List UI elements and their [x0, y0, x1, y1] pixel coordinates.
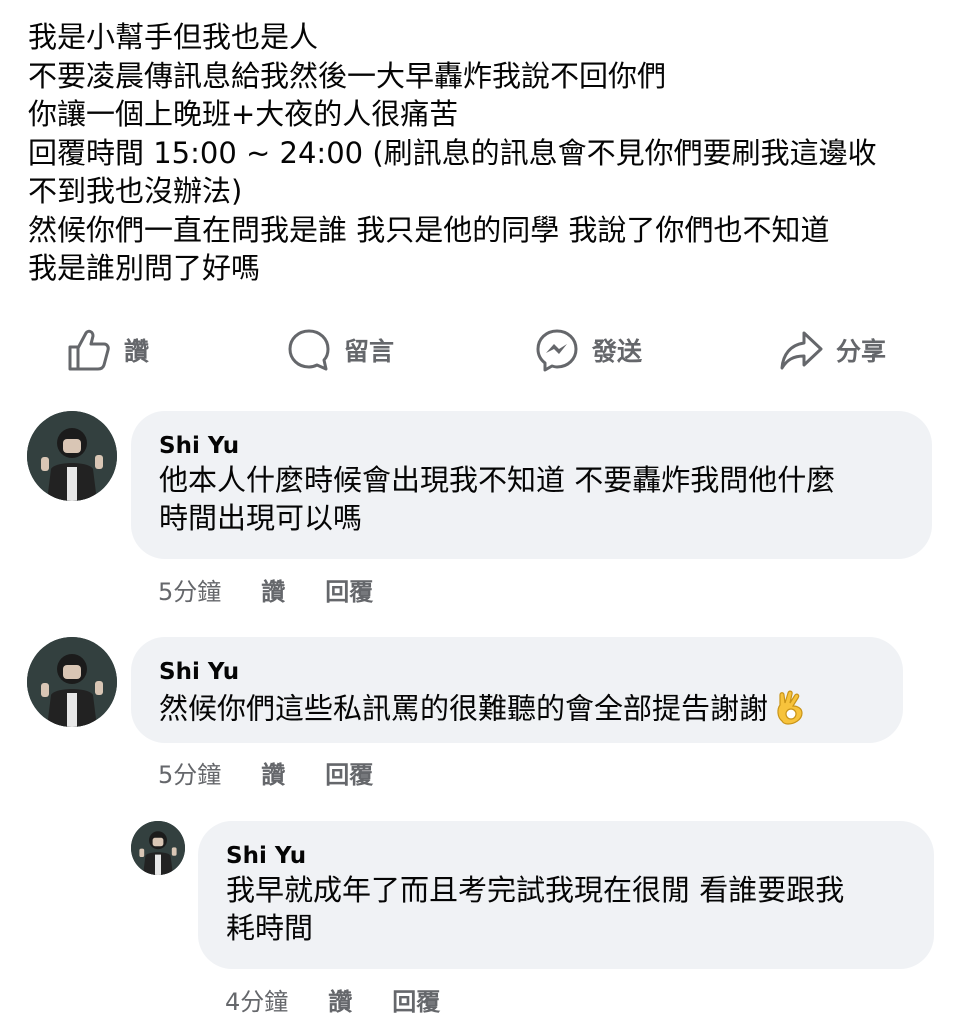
ok-hand-emoji-icon [774, 687, 808, 734]
comment-bubble: Shi Yu 我早就成年了而且考完試我現在很閒 看誰要跟我 耗時間 [198, 821, 934, 969]
share-button[interactable]: 分享 [778, 322, 886, 378]
comment-reply-button[interactable]: 回覆 [325, 755, 373, 790]
post-line: 你讓一個上晚班+大夜的人很痛苦 [28, 97, 459, 131]
comment-line: 我早就成年了而且考完試我現在很閒 看誰要跟我 [226, 873, 845, 907]
post-line: 回覆時間 15:00 ~ 24:00 (刷訊息的訊息會不見你們要刷我這邊收 [28, 135, 877, 170]
comment-like-button[interactable]: 讚 [261, 572, 285, 607]
messenger-icon [536, 329, 578, 372]
comment-time[interactable]: 5分鐘 [158, 755, 221, 790]
comment-button[interactable]: 留言 [286, 322, 394, 378]
avatar[interactable] [131, 821, 185, 875]
comment-bubble-icon [288, 329, 330, 371]
comment-reply-button[interactable]: 回覆 [325, 572, 373, 607]
post-action-bar: 讚 留言 發送 分享 [0, 322, 961, 378]
comment-meta: 5分鐘 讚 回覆 [158, 572, 413, 607]
avatar-image [27, 637, 117, 727]
post-line: 我是誰別問了好嗎 [28, 251, 261, 285]
send-label: 發送 [592, 337, 643, 366]
avatar-image [27, 411, 117, 501]
post-line: 然候你們一直在問我是誰 我只是他的同學 我說了你們也不知道 [28, 212, 830, 247]
comment-line: 他本人什麼時候會出現我不知道 不要轟炸我問他什麼 [159, 463, 836, 497]
like-label: 讚 [124, 337, 150, 366]
comment-bubble: Shi Yu 他本人什麼時候會出現我不知道 不要轟炸我問他什麼 時間出現可以嗎 [131, 411, 932, 559]
comment-time[interactable]: 4分鐘 [225, 982, 288, 1017]
post-line: 不要凌晨傳訊息給我然後一大早轟炸我說不回你們 [28, 58, 667, 93]
like-button[interactable]: 讚 [66, 322, 149, 378]
comment-author[interactable]: Shi Yu [159, 657, 875, 687]
post-line: 我是小幫手但我也是人 [28, 20, 319, 54]
comment-reply-button[interactable]: 回覆 [392, 982, 440, 1017]
send-button[interactable]: 發送 [534, 322, 642, 378]
share-label: 分享 [836, 337, 887, 366]
comment-text: 我早就成年了而且考完試我現在很閒 看誰要跟我 耗時間 [226, 871, 906, 947]
avatar[interactable] [27, 411, 117, 501]
comment-like-button[interactable]: 讚 [328, 982, 352, 1017]
comment-author[interactable]: Shi Yu [226, 841, 906, 871]
comment-line: 然候你們這些私訊罵的很難聽的會全部提告謝謝 [159, 687, 875, 734]
comment-text: 然候你們這些私訊罵的很難聽的會全部提告謝謝 [159, 687, 875, 734]
comment-time[interactable]: 5分鐘 [158, 572, 221, 607]
comment-label: 留言 [344, 337, 395, 366]
comment-bubble: Shi Yu 然候你們這些私訊罵的很難聽的會全部提告謝謝 [131, 637, 903, 743]
share-arrow-icon [780, 331, 823, 370]
comment-author[interactable]: Shi Yu [159, 431, 904, 461]
comment-like-button[interactable]: 讚 [261, 755, 285, 790]
post-body: 我是小幫手但我也是人 不要凌晨傳訊息給我然後一大早轟炸我說不回你們 你讓一個上晚… [28, 18, 943, 288]
thumbs-up-icon [68, 329, 110, 371]
comment-line: 時間出現可以嗎 [159, 501, 363, 535]
comment-text: 他本人什麼時候會出現我不知道 不要轟炸我問他什麼 時間出現可以嗎 [159, 461, 904, 537]
avatar[interactable] [27, 637, 117, 727]
post-line: 不到我也沒辦法) [28, 174, 243, 208]
comment-meta: 4分鐘 讚 回覆 [225, 982, 480, 1017]
avatar-image [131, 821, 185, 875]
comment-line: 耗時間 [226, 911, 314, 945]
comment-line-text: 然候你們這些私訊罵的很難聽的會全部提告謝謝 [159, 691, 769, 726]
comment-meta: 5分鐘 讚 回覆 [158, 755, 413, 790]
